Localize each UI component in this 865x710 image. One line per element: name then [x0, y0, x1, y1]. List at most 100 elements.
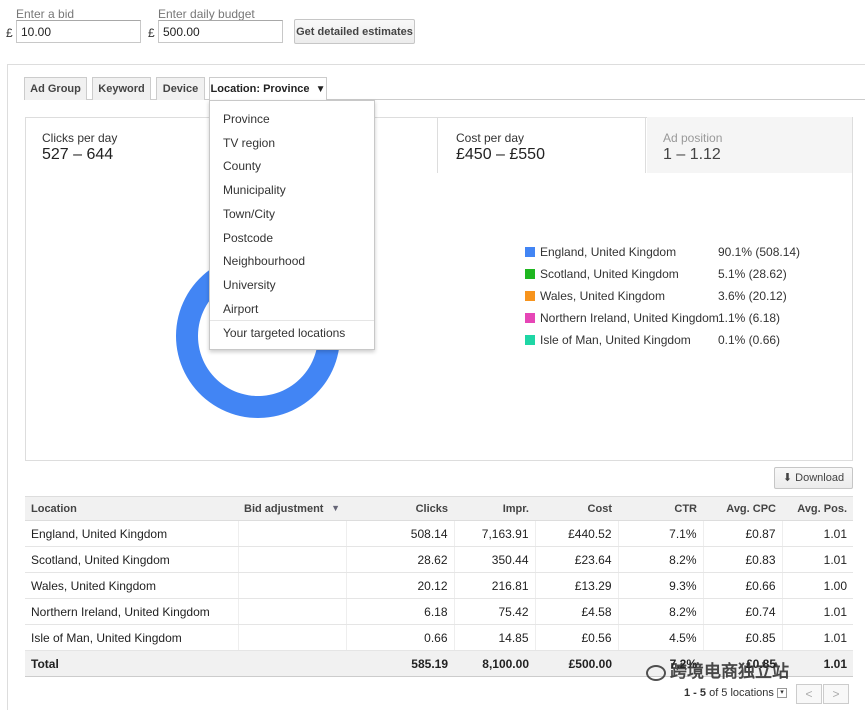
legend-label: Scotland, United Kingdom: [540, 267, 679, 281]
stat-clicks-value: 527 – 644: [42, 146, 114, 163]
get-estimates-button[interactable]: Get detailed estimates: [294, 19, 415, 44]
legend-label: Northern Ireland, United Kingdom: [540, 311, 719, 325]
wechat-icon: [646, 664, 666, 681]
table-cell[interactable]: [238, 546, 347, 573]
table-cell: Isle of Man, United Kingdom: [25, 624, 239, 651]
dropdown-item-postcode[interactable]: Postcode: [223, 231, 273, 245]
table-cell: 9.3%: [618, 572, 704, 599]
col-location[interactable]: Location: [25, 496, 238, 521]
table-cell: £13.29: [535, 572, 619, 599]
table-cell: 28.62: [346, 546, 455, 573]
dropdown-item-province[interactable]: Province: [223, 112, 270, 126]
col-bid-adjustment[interactable]: Bid adjustment ▼: [238, 496, 346, 521]
budget-currency: £: [148, 26, 155, 40]
dropdown-item-university[interactable]: University: [223, 278, 276, 292]
table-cell: £0.56: [535, 624, 619, 651]
table-cell: £4.58: [535, 598, 619, 625]
tab-label: Keyword: [98, 83, 145, 95]
col-ctr[interactable]: CTR: [618, 496, 703, 521]
table-cell[interactable]: [238, 572, 347, 599]
table-cell: Northern Ireland, United Kingdom: [25, 598, 239, 625]
table-row: Wales, United Kingdom 20.12 216.81 £13.29 9.…: [25, 572, 853, 599]
legend-value: 5.1% (28.62): [718, 267, 787, 281]
table-row: Isle of Man, United Kingdom 0.66 14.85 £0.5…: [25, 624, 853, 651]
legend-swatch: [525, 269, 535, 279]
table-cell: 8.2%: [618, 546, 704, 573]
tab-ad-group[interactable]: Ad Group: [24, 77, 87, 100]
dropdown-item-county[interactable]: County: [223, 159, 261, 173]
dropdown-item-municipality[interactable]: Municipality: [223, 183, 286, 197]
download-icon: ⬇: [782, 472, 793, 484]
table-cell: 508.14: [346, 520, 455, 547]
table-header-row: Location Bid adjustment ▼ Clicks Impr. Co…: [25, 496, 853, 521]
table-cell: £23.64: [535, 546, 619, 573]
col-cost[interactable]: Cost: [535, 496, 618, 521]
col-bid-adjustment-label: Bid adjustment: [244, 502, 324, 515]
dropdown-item-airport[interactable]: Airport: [223, 302, 258, 316]
tab-keyword[interactable]: Keyword: [92, 77, 151, 100]
table-cell[interactable]: [238, 650, 346, 677]
table-cell: £500.00: [535, 650, 618, 677]
tab-location-province[interactable]: Location: Province ▼: [209, 77, 327, 101]
stat-clicks-label: Clicks per day: [42, 131, 118, 145]
table-cell: 1.01: [782, 650, 853, 677]
dropdown-item-targeted-locations[interactable]: Your targeted locations: [223, 326, 345, 340]
budget-input[interactable]: [158, 20, 283, 43]
table-cell: £0.85: [703, 624, 783, 651]
table-cell: 1.01: [782, 598, 853, 625]
table-cell: 75.42: [454, 598, 536, 625]
table-cell: £0.74: [703, 598, 783, 625]
dropdown-item-town-city[interactable]: Town/City: [223, 207, 275, 221]
table-row: Northern Ireland, United Kingdom 6.18 75.4…: [25, 598, 853, 625]
dropdown-item-neighbourhood[interactable]: Neighbourhood: [223, 254, 305, 268]
col-impr[interactable]: Impr.: [454, 496, 535, 521]
legend-label: Wales, United Kingdom: [540, 289, 665, 303]
pager-prev-button[interactable]: <: [796, 684, 822, 704]
stat-cost-label: Cost per day: [456, 131, 525, 145]
legend-swatch: [525, 335, 535, 345]
table-row: England, United Kingdom 508.14 7,163.91 £44…: [25, 520, 853, 547]
table-cell[interactable]: [238, 520, 347, 547]
tab-device[interactable]: Device: [156, 77, 205, 100]
table-cell: 8,100.00: [454, 650, 535, 677]
table-cell: 8.2%: [618, 598, 704, 625]
col-clicks[interactable]: Clicks: [346, 496, 454, 521]
table-cell: 6.18: [346, 598, 455, 625]
table-cell: 1.01: [782, 520, 853, 547]
pager-menu-icon[interactable]: ▾: [776, 688, 787, 699]
pager-next-button[interactable]: >: [823, 684, 849, 704]
legend-value: 1.1% (6.18): [718, 311, 781, 325]
dropdown-item-tv-region[interactable]: TV region: [223, 136, 275, 150]
location-type-dropdown: Province TV region County Municipality Town/…: [209, 100, 375, 350]
col-avg-cpc[interactable]: Avg. CPC: [703, 496, 782, 521]
stat-cost: Cost per day £450 – £550: [440, 117, 646, 173]
legend-value: 90.1% (508.14): [718, 245, 801, 259]
legend-label: England, United Kingdom: [540, 245, 677, 259]
col-avg-pos[interactable]: Avg. Pos.: [782, 496, 853, 521]
tab-label: Ad Group: [30, 83, 81, 95]
budget-label: Enter daily budget: [158, 7, 255, 21]
stat-ad-position-value: 1 – 1.12: [663, 146, 721, 163]
bid-input[interactable]: [16, 20, 141, 43]
legend-value: 3.6% (20.12): [718, 289, 787, 303]
table-cell: 585.19: [346, 650, 454, 677]
table-cell: 216.81: [454, 572, 536, 599]
stat-ad-position-label: Ad position: [663, 131, 723, 145]
download-button[interactable]: ⬇ Download: [774, 467, 853, 489]
table-cell: Total: [25, 650, 238, 677]
pager-of-text: of 5 locations: [709, 687, 774, 699]
legend-value: 0.1% (0.66): [718, 333, 781, 347]
table-cell[interactable]: [238, 598, 347, 625]
legend-label: Isle of Man, United Kingdom: [540, 333, 691, 347]
download-label: Download: [795, 472, 845, 484]
table-cell: £0.83: [703, 546, 783, 573]
watermark: 跨境电商独立站: [646, 657, 789, 682]
table-cell: £0.87: [703, 520, 783, 547]
table-cell[interactable]: [238, 624, 347, 651]
table-cell: 4.5%: [618, 624, 704, 651]
table-row: Scotland, United Kingdom 28.62 350.44 £23.6…: [25, 546, 853, 573]
table-cell: Scotland, United Kingdom: [25, 546, 239, 573]
pager-range: 1 - 5: [684, 687, 707, 699]
table-cell: £0.66: [703, 572, 783, 599]
legend-swatch: [525, 247, 535, 257]
